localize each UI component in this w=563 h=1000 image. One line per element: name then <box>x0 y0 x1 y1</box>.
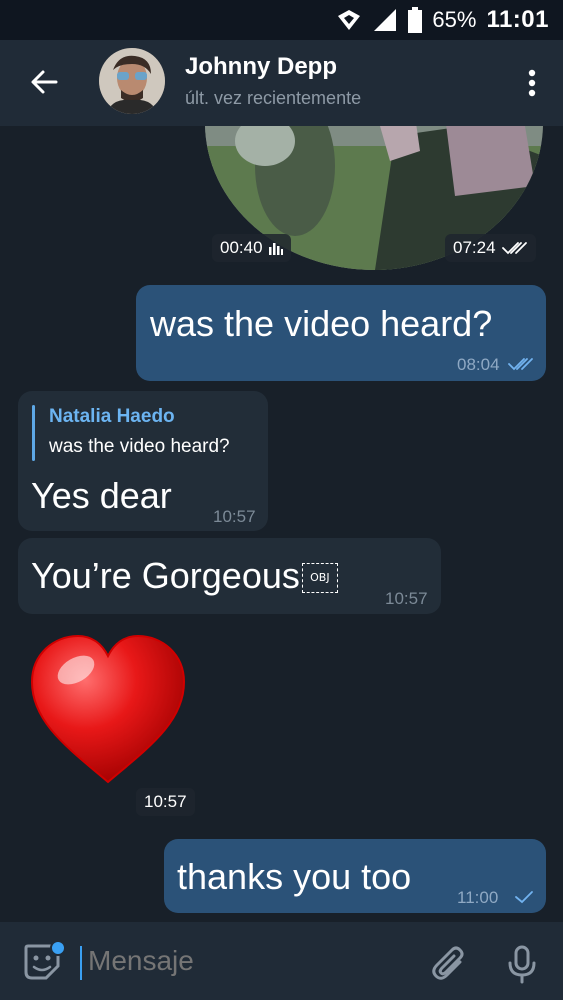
attach-button[interactable] <box>430 944 470 984</box>
message-text: You’re Gorgeous <box>31 555 300 596</box>
red-heart-icon <box>30 634 186 784</box>
audio-playing-icon <box>268 243 283 255</box>
incoming-message-reply[interactable]: Natalia Haedo was the video heard? Yes d… <box>18 391 268 531</box>
message-input[interactable] <box>86 944 390 978</box>
clock: 11:01 <box>486 6 549 33</box>
double-check-icon <box>501 242 527 255</box>
signal-icon <box>374 9 397 31</box>
reply-sender-name[interactable]: Natalia Haedo <box>49 406 175 428</box>
message-text: Yes dear <box>31 475 172 516</box>
more-options-button[interactable] <box>517 62 547 104</box>
back-arrow-icon <box>31 70 58 94</box>
message-text: was the video heard? <box>150 303 493 344</box>
avatar-image <box>99 48 165 114</box>
incoming-message[interactable]: You’re Gorgeous OBJ 10:57 <box>18 538 441 614</box>
object-placeholder-glyph: OBJ <box>301 563 338 594</box>
back-button[interactable] <box>22 60 66 104</box>
status-bar-right: 65% 11:01 <box>336 0 549 40</box>
reply-quoted-text[interactable]: was the video heard? <box>49 436 230 458</box>
outgoing-message[interactable]: thanks you too 11:00 <box>164 839 546 913</box>
attach-icon <box>432 946 464 980</box>
chat-header: Johnny Depp últ. vez recientemente <box>0 40 563 126</box>
double-check-icon <box>508 358 533 371</box>
notification-dot <box>50 940 66 956</box>
battery-icon <box>408 7 423 33</box>
sticker-time-badge: 10:57 <box>136 788 195 816</box>
message-composer <box>0 922 563 1000</box>
heart-sticker[interactable] <box>28 630 188 790</box>
vpn-icon <box>338 10 361 30</box>
last-seen-status: últ. vez recientemente <box>185 88 362 108</box>
message-text-line: You’re Gorgeous OBJ <box>31 555 338 597</box>
mic-icon <box>508 945 536 984</box>
message-time: 10:57 <box>213 507 256 526</box>
video-time: 07:24 <box>453 238 496 257</box>
video-duration-badge: 00:40 <box>212 234 291 262</box>
reply-quote-bar <box>32 405 35 461</box>
text-cursor <box>80 946 82 980</box>
more-vert-icon <box>528 69 536 97</box>
battery-percent: 65% <box>432 7 477 32</box>
message-list[interactable]: 00:40 07:24 was the video heard? 08:04 N… <box>0 126 563 922</box>
video-time-badge: 07:24 <box>445 234 536 262</box>
single-check-icon <box>515 891 533 904</box>
message-text: thanks you too <box>177 856 412 897</box>
chat-title[interactable]: Johnny Depp <box>185 53 337 81</box>
message-time: 11:00 <box>457 888 499 907</box>
message-time: 10:57 <box>144 792 187 811</box>
message-time: 10:57 <box>385 589 428 608</box>
video-duration: 00:40 <box>220 238 263 257</box>
voice-message-button[interactable] <box>502 944 542 984</box>
status-bar: 65% 11:01 <box>0 0 563 40</box>
message-time: 08:04 <box>457 355 500 374</box>
outgoing-message[interactable]: was the video heard? 08:04 <box>136 285 546 381</box>
avatar[interactable] <box>99 48 165 114</box>
